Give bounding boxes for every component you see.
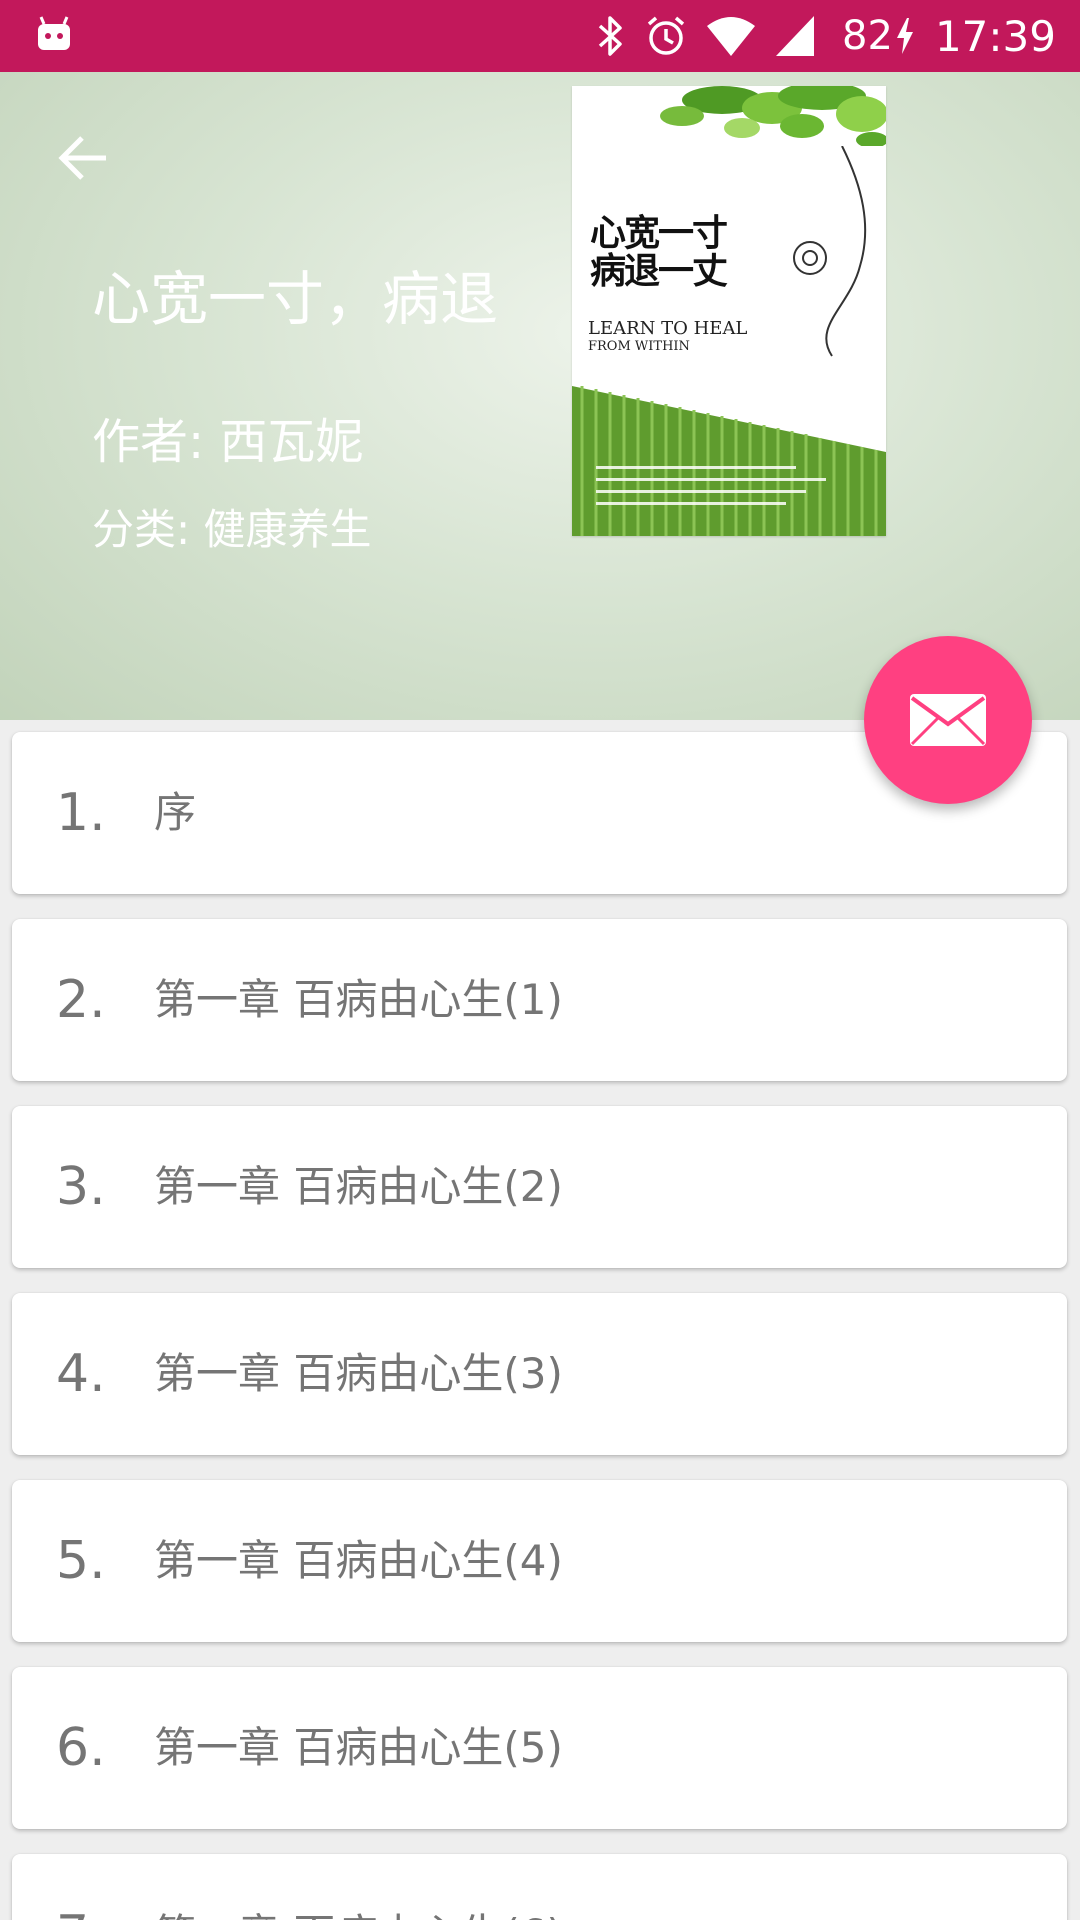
chapter-title: 第一章 百病由心生(3) bbox=[154, 1349, 563, 1398]
chapter-item[interactable]: 7. 第一章 百病由心生(6) bbox=[12, 1854, 1067, 1920]
status-clock: 17:39 bbox=[934, 11, 1056, 61]
book-author: 作者: 西瓦妮 bbox=[92, 414, 364, 470]
cellular-signal-icon bbox=[774, 14, 816, 58]
charging-bolt-icon bbox=[895, 16, 915, 56]
cover-english-line2: FROM WITHIN bbox=[588, 339, 690, 354]
chapter-item[interactable]: 5. 第一章 百病由心生(4) bbox=[12, 1480, 1067, 1642]
mail-icon bbox=[910, 694, 986, 746]
chapter-item[interactable]: 6. 第一章 百病由心生(5) bbox=[12, 1667, 1067, 1829]
chapter-title: 第一章 百病由心生(5) bbox=[154, 1723, 563, 1772]
chapter-number: 5. bbox=[56, 1531, 106, 1591]
chapter-item[interactable]: 2. 第一章 百病由心生(1) bbox=[12, 919, 1067, 1081]
android-notification-icon bbox=[36, 14, 72, 54]
chapter-title: 第一章 百病由心生(4) bbox=[154, 1536, 563, 1585]
chapter-number: 4. bbox=[56, 1344, 106, 1404]
chapter-item[interactable]: 3. 第一章 百病由心生(2) bbox=[12, 1106, 1067, 1268]
book-category: 分类: 健康养生 bbox=[92, 505, 372, 554]
book-header: 心宽一寸，病退 作者: 西瓦妮 分类: 健康养生 心宽一寸 病退一丈 LEARN… bbox=[0, 72, 1080, 720]
chapter-number: 1. bbox=[56, 783, 106, 843]
mail-fab-button[interactable] bbox=[864, 636, 1032, 804]
chapter-number: 7. bbox=[56, 1854, 106, 1920]
cover-english-line1: LEARN TO HEAL bbox=[588, 318, 748, 339]
chapter-title: 第一章 百病由心生(1) bbox=[154, 975, 563, 1024]
arrow-back-icon bbox=[58, 136, 106, 180]
chapter-title: 第一章 百病由心生(6) bbox=[154, 1854, 563, 1920]
cover-english-title: LEARN TO HEAL FROM WITHIN bbox=[588, 320, 747, 356]
alarm-icon bbox=[644, 14, 688, 58]
book-cover-image: 心宽一寸 病退一丈 LEARN TO HEAL FROM WITHIN bbox=[572, 86, 886, 536]
status-bar: 82 17:39 bbox=[0, 0, 1080, 72]
bluetooth-icon bbox=[596, 14, 626, 58]
cover-title-line1: 心宽一寸 bbox=[590, 212, 728, 254]
book-title: 心宽一寸，病退 bbox=[92, 265, 499, 333]
battery-level: 82 bbox=[842, 13, 893, 59]
cover-title: 心宽一寸 病退一丈 bbox=[590, 214, 760, 290]
book-detail-screen: 82 17:39 心宽一寸，病退 作者: 西瓦妮 分类: 健康养生 心宽一寸 病… bbox=[0, 0, 1080, 1920]
wifi-icon bbox=[706, 14, 756, 58]
back-button[interactable] bbox=[48, 122, 120, 194]
cover-title-line2: 病退一丈 bbox=[590, 250, 728, 292]
chapter-number: 6. bbox=[56, 1718, 106, 1778]
chapter-title: 第一章 百病由心生(2) bbox=[154, 1162, 563, 1211]
chapter-number: 2. bbox=[56, 970, 106, 1030]
chapter-title: 序 bbox=[154, 788, 197, 837]
chapter-item[interactable]: 4. 第一章 百病由心生(3) bbox=[12, 1293, 1067, 1455]
chapter-number: 3. bbox=[56, 1157, 106, 1217]
